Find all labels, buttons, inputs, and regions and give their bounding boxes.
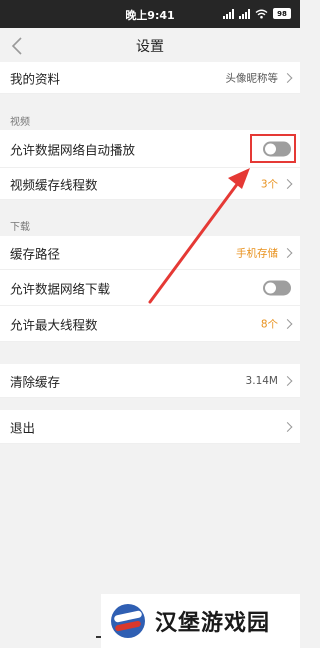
watermark-banner: 汉堡游戏园 bbox=[101, 594, 300, 648]
watermark-text: 汉堡游戏园 bbox=[155, 610, 271, 636]
annotation-arrow-icon bbox=[148, 168, 250, 304]
logo-icon bbox=[111, 604, 145, 638]
